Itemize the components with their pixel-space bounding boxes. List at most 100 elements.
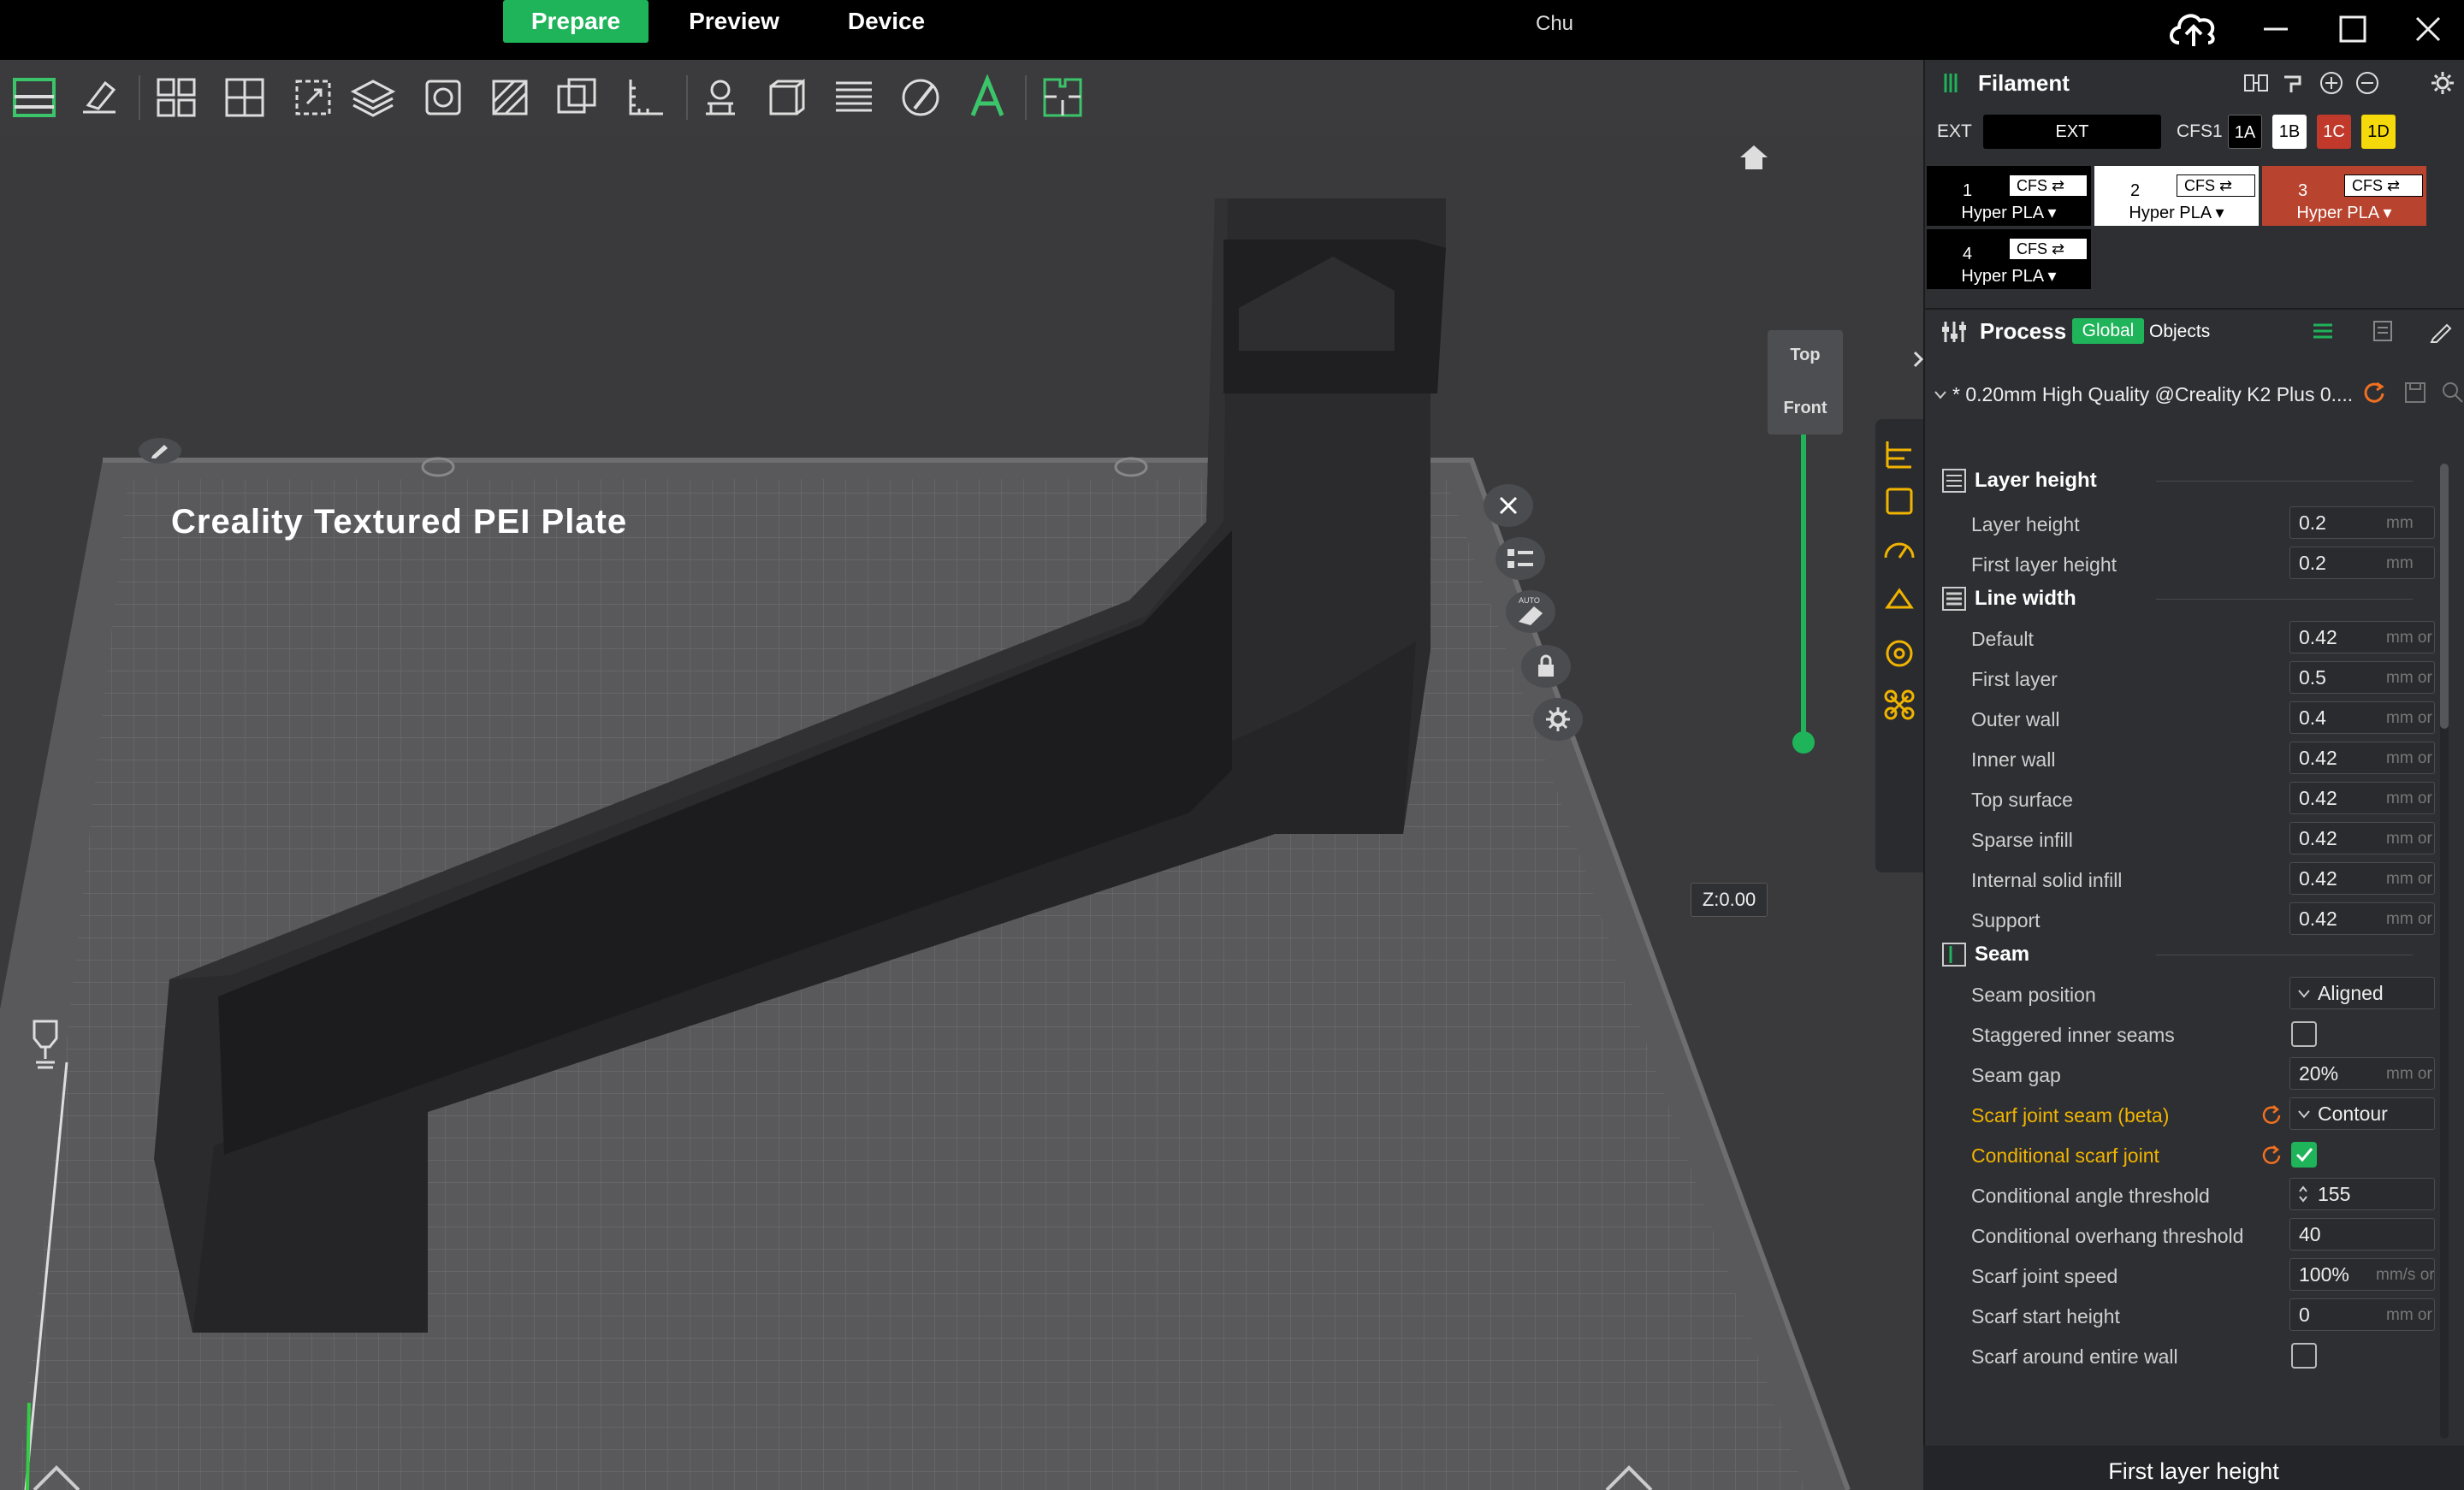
edit-plate-icon[interactable] [139,438,181,464]
ext-filament-chip[interactable]: EXT [1983,115,2161,149]
cfs-swap-button[interactable]: CFS ⇄ [2177,174,2255,197]
lw-sparse-infill-input[interactable]: 0.42 mm or [2289,822,2435,854]
slot-1b[interactable]: 1B [2272,115,2307,149]
seam-paint-icon[interactable] [758,68,816,127]
lock-icon[interactable] [1521,645,1571,688]
layer-icon[interactable] [344,68,402,127]
first-layer-height-input[interactable]: 0.2 mm [2289,547,2435,579]
cond-angle-label: Conditional angle threshold [1971,1185,2210,1207]
variable-layer-icon[interactable] [825,68,883,127]
layer-height-input[interactable]: 0.2 mm [2289,506,2435,539]
slot-1a[interactable]: 1A [2228,115,2262,149]
lw-top-surface-input[interactable]: 0.42 mm or [2289,782,2435,814]
cfs-swap-button[interactable]: CFS ⇄ [2009,238,2088,260]
scarf-start-height-label: Scarf start height [1971,1305,2120,1327]
cfs-label: CFS1 [2177,121,2223,141]
settings-icon[interactable] [1533,698,1583,741]
filament-card-3[interactable]: 3 CFS ⇄ Hyper PLA ▾ [2262,166,2426,226]
tab-prepare[interactable]: Prepare [503,0,649,43]
cut-icon[interactable] [481,68,539,127]
maximize-icon[interactable] [2327,7,2378,51]
seam-gap-input[interactable]: 20% mm or [2289,1057,2435,1090]
scarf-joint-seam-select[interactable]: Contour [2289,1097,2435,1130]
lw-default-label: Default [1971,628,2034,650]
filament-card-2[interactable]: 2 CFS ⇄ Hyper PLA ▾ [2094,166,2259,226]
preset-search-icon[interactable] [2440,380,2464,405]
add-filament-icon[interactable] [2317,68,2346,98]
erase-icon[interactable] [70,68,128,127]
close-icon[interactable] [1484,484,1533,527]
assembly-icon[interactable] [1034,68,1092,127]
unit-label: mm or [2386,1065,2432,1083]
reset-icon[interactable] [2260,1103,2283,1126]
filament-paint-icon[interactable] [2279,68,2308,98]
filament-material-dropdown[interactable]: Hyper PLA ▾ [2094,202,2259,223]
scarf-entire-wall-checkbox[interactable] [2291,1343,2317,1369]
objects-toggle[interactable]: Objects [2149,322,2210,342]
text-icon[interactable] [958,68,1016,127]
section-seam: Seam [1942,937,2029,972]
nav-cube-front[interactable]: Front [1768,399,1843,418]
filament-material-dropdown[interactable]: Hyper PLA ▾ [1927,202,2091,223]
scale-icon[interactable] [284,68,342,127]
compare-icon[interactable] [2370,318,2396,344]
cloud-upload-icon[interactable] [2163,7,2224,51]
scarf-start-height-input[interactable]: 0 mm or [2289,1298,2435,1331]
split-icon[interactable] [548,68,606,127]
lw-inner-wall-input[interactable]: 0.42 mm or [2289,742,2435,774]
lw-outer-wall-input[interactable]: 0.4 mm or [2289,701,2435,734]
cond-overhang-input[interactable]: 40 [2289,1218,2435,1251]
conditional-scarf-checkbox[interactable] [2291,1142,2317,1168]
seam-section-icon [1942,943,1966,967]
scarf-start-height-value: 0 [2299,1304,2310,1326]
filament-settings-icon[interactable] [2428,68,2457,98]
nav-cube[interactable]: Top Front [1768,330,1843,435]
cond-angle-stepper[interactable]: 155 [2289,1178,2435,1210]
minimize-icon[interactable] [2250,7,2301,51]
scarf-speed-input[interactable]: 100% mm/s or [2289,1258,2435,1291]
list-icon[interactable] [1496,537,1545,580]
lw-internal-solid-input[interactable]: 0.42 mm or [2289,862,2435,895]
layout-icon[interactable] [5,68,63,127]
settings-list: Layer height Layer height 0.2 mm First la… [1925,453,2438,1437]
auto-orient-icon[interactable]: AUTO [1506,590,1555,633]
global-toggle[interactable]: Global [2072,318,2144,344]
panel-collapse-icon[interactable] [1913,349,1923,370]
close-icon[interactable] [2402,7,2454,51]
3d-viewport[interactable]: Creality Textured PEI Plate Top Front AU… [0,137,1923,1490]
preset-dropdown[interactable]: * 0.20mm High Quality @Creality K2 Plus … [1928,375,2356,412]
seam-position-select[interactable]: Aligned [2289,977,2435,1009]
tab-device[interactable]: Device [820,0,953,43]
cfs-swap-button[interactable]: CFS ⇄ [2344,174,2423,197]
home-icon[interactable] [1735,139,1773,176]
cube-icon[interactable] [414,68,472,127]
cfs-swap-button[interactable]: CFS ⇄ [2009,174,2088,197]
filament-material-dropdown[interactable]: Hyper PLA ▾ [1927,265,2091,287]
lw-default-input[interactable]: 0.42 mm or [2289,621,2435,653]
support-paint-icon[interactable] [691,68,749,127]
preset-reset-icon[interactable] [2361,380,2387,405]
cond-angle-value: 155 [2318,1183,2351,1205]
filament-card-1[interactable]: 1 CFS ⇄ Hyper PLA ▾ [1927,166,2091,226]
process-edit-icon[interactable] [2428,318,2454,344]
tab-preview[interactable]: Preview [666,0,803,43]
lw-first-layer-input[interactable]: 0.5 mm or [2289,661,2435,694]
staggered-seams-checkbox[interactable] [2291,1021,2317,1047]
settings-scrollbar[interactable] [2440,464,2449,1439]
filament-sync-icon[interactable] [2242,68,2271,98]
scrollbar-thumb[interactable] [2440,464,2449,729]
slot-1c[interactable]: 1C [2317,115,2351,149]
preset-save-icon[interactable] [2402,380,2428,405]
filament-card-4[interactable]: 4 CFS ⇄ Hyper PLA ▾ [1927,229,2091,289]
orient-icon[interactable] [216,68,274,127]
reset-icon[interactable] [2260,1144,2283,1166]
advanced-settings-icon[interactable] [2310,318,2336,344]
lw-support-input[interactable]: 0.42 mm or [2289,902,2435,935]
arrange-icon[interactable] [147,68,205,127]
filament-material-dropdown[interactable]: Hyper PLA ▾ [2262,202,2426,223]
slot-1d[interactable]: 1D [2361,115,2396,149]
measure-icon[interactable] [616,68,674,127]
nav-cube-top[interactable]: Top [1768,346,1843,365]
brush-icon[interactable] [891,68,950,127]
remove-filament-icon[interactable] [2353,68,2382,98]
